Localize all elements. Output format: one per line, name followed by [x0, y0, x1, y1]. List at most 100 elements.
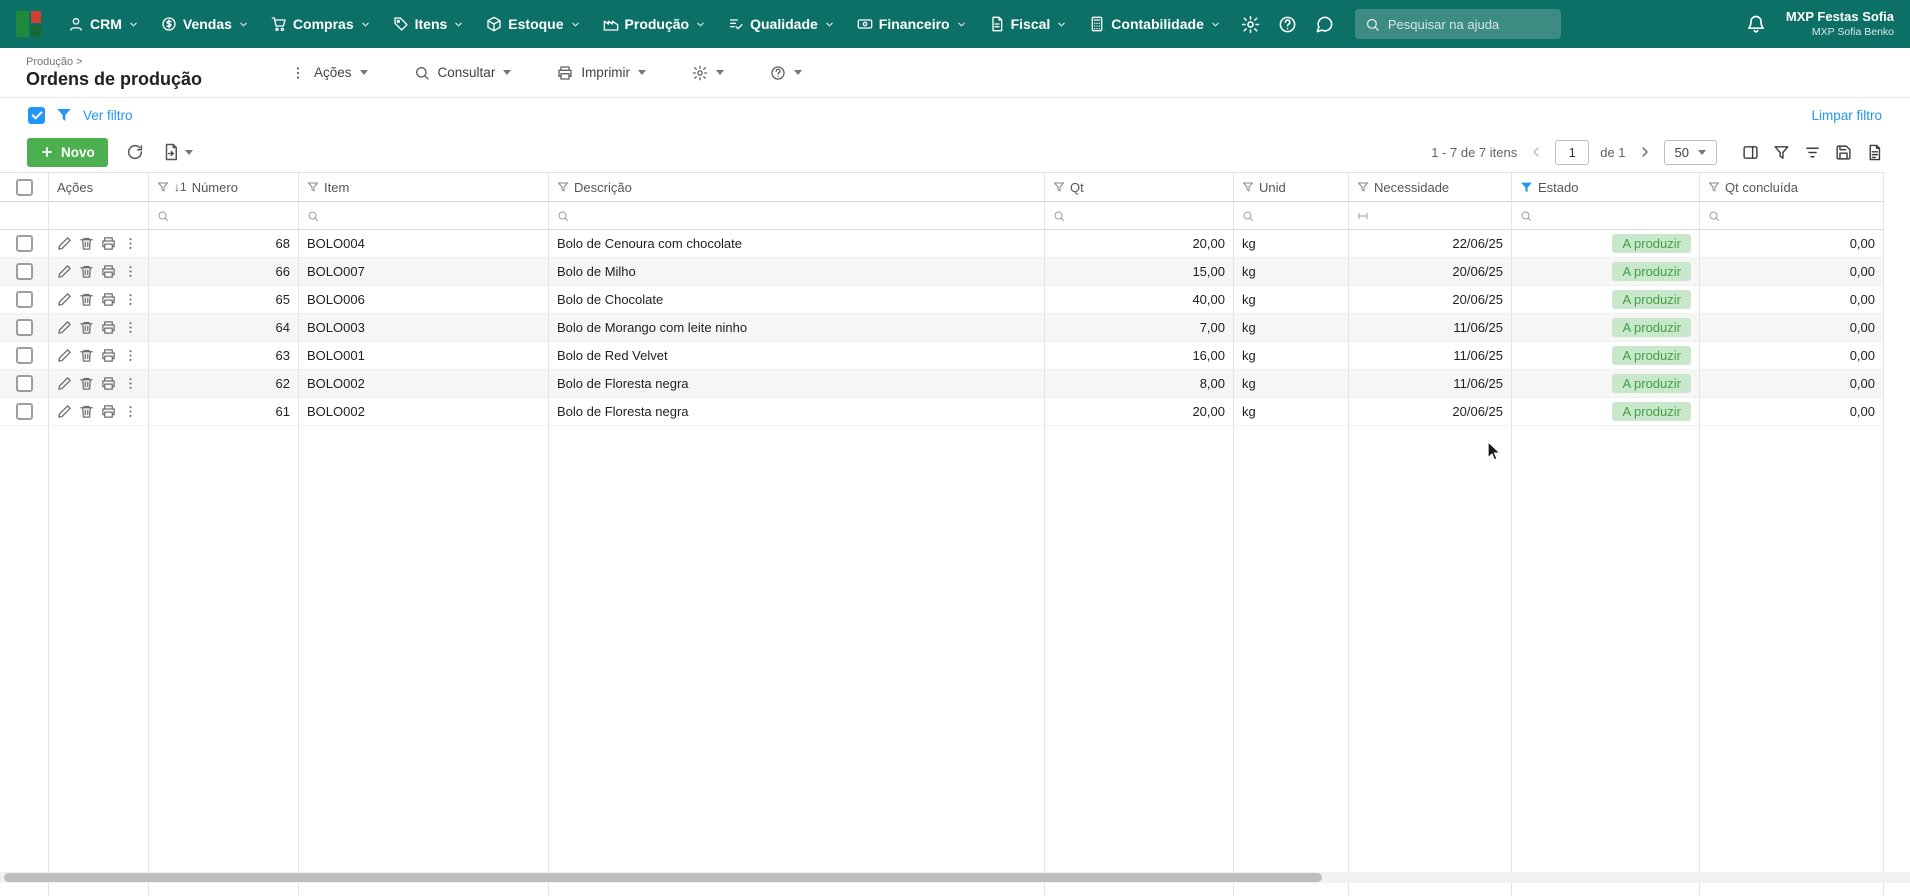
print-icon[interactable] [101, 320, 116, 335]
row-checkbox[interactable] [16, 403, 33, 420]
header-descricao[interactable]: Descrição [549, 172, 1045, 202]
more-icon[interactable] [123, 264, 138, 279]
menu-crm[interactable]: CRM [57, 16, 150, 32]
edit-icon[interactable] [57, 404, 72, 419]
filter-funnel-icon[interactable] [1708, 181, 1720, 193]
header-item[interactable]: Item [299, 172, 549, 202]
search-necessidade[interactable] [1349, 202, 1512, 230]
refresh-button[interactable] [126, 143, 144, 161]
delete-icon[interactable] [79, 264, 94, 279]
breadcrumb[interactable]: Produção > [26, 56, 290, 68]
menu-itens[interactable]: Itens [382, 16, 476, 32]
row-checkbox[interactable] [16, 235, 33, 252]
select-all-filter-checkbox[interactable] [28, 107, 45, 124]
search-qt[interactable] [1045, 202, 1234, 230]
header-qt-concluida[interactable]: Qt concluída [1700, 172, 1884, 202]
page-size-select[interactable]: 50 [1664, 140, 1717, 165]
header-qt[interactable]: Qt [1045, 172, 1234, 202]
chat-icon[interactable] [1315, 15, 1334, 34]
menu-contabilidade[interactable]: Contabilidade [1078, 16, 1232, 32]
page-number-input[interactable] [1555, 140, 1589, 165]
help-dropdown[interactable] [770, 65, 802, 81]
header-unid[interactable]: Unid [1234, 172, 1349, 202]
delete-icon[interactable] [79, 376, 94, 391]
menu-qualidade[interactable]: Qualidade [717, 16, 846, 32]
print-icon[interactable] [101, 264, 116, 279]
previous-page-button[interactable] [1528, 144, 1544, 160]
row-checkbox[interactable] [16, 347, 33, 364]
settings-dropdown[interactable] [692, 65, 724, 81]
search-item[interactable] [299, 202, 549, 230]
row-checkbox[interactable] [16, 375, 33, 392]
header-numero[interactable]: ↓1Número [149, 172, 299, 202]
filter-funnel-icon[interactable] [307, 181, 319, 193]
more-icon[interactable] [123, 236, 138, 251]
filter-funnel-icon[interactable] [1053, 181, 1065, 193]
delete-icon[interactable] [79, 292, 94, 307]
print-icon[interactable] [101, 404, 116, 419]
filter-funnel-icon[interactable] [557, 181, 569, 193]
row-checkbox[interactable] [16, 319, 33, 336]
menu-vendas[interactable]: Vendas [150, 16, 260, 32]
view-filter-link[interactable]: Ver filtro [83, 108, 133, 123]
row-checkbox[interactable] [16, 291, 33, 308]
search-descricao[interactable] [549, 202, 1045, 230]
header-necessidade[interactable]: Necessidade [1349, 172, 1512, 202]
help-search-input[interactable] [1388, 17, 1551, 32]
filter-funnel-icon[interactable] [1242, 181, 1254, 193]
print-icon[interactable] [101, 376, 116, 391]
clear-filter-link[interactable]: Limpar filtro [1811, 108, 1882, 123]
export-button[interactable] [162, 143, 193, 161]
more-icon[interactable] [123, 320, 138, 335]
more-icon[interactable] [123, 292, 138, 307]
menu-producao[interactable]: Produção [592, 16, 718, 32]
search-estado[interactable] [1512, 202, 1700, 230]
edit-icon[interactable] [57, 292, 72, 307]
edit-icon[interactable] [57, 348, 72, 363]
search-qt-concluida[interactable] [1700, 202, 1884, 230]
delete-icon[interactable] [79, 320, 94, 335]
header-estado[interactable]: Estado [1512, 172, 1700, 202]
report-icon[interactable] [1866, 144, 1883, 161]
select-all-checkbox[interactable] [16, 179, 33, 196]
menu-financeiro[interactable]: Financeiro [846, 16, 978, 32]
edit-icon[interactable] [57, 320, 72, 335]
delete-icon[interactable] [79, 348, 94, 363]
row-checkbox[interactable] [16, 263, 33, 280]
print-icon[interactable] [101, 292, 116, 307]
print-icon[interactable] [101, 348, 116, 363]
actions-dropdown[interactable]: Ações [290, 65, 368, 81]
filter-lines-icon[interactable] [1804, 144, 1821, 161]
edit-icon[interactable] [57, 376, 72, 391]
search-numero[interactable] [149, 202, 299, 230]
filter-funnel-icon[interactable] [1357, 181, 1369, 193]
more-icon[interactable] [123, 348, 138, 363]
save-view-icon[interactable] [1835, 144, 1852, 161]
more-icon[interactable] [123, 404, 138, 419]
menu-compras[interactable]: Compras [260, 16, 382, 32]
horizontal-scrollbar-thumb[interactable] [4, 873, 1322, 882]
print-dropdown[interactable]: Imprimir [557, 65, 646, 81]
more-icon[interactable] [123, 376, 138, 391]
delete-icon[interactable] [79, 404, 94, 419]
edit-icon[interactable] [57, 236, 72, 251]
new-button[interactable]: Novo [27, 138, 108, 167]
print-icon[interactable] [101, 236, 116, 251]
columns-icon[interactable] [1742, 144, 1759, 161]
filter-icon[interactable] [1773, 144, 1790, 161]
account-menu[interactable]: MXP Festas Sofia MXP Sofia Benko [1786, 9, 1894, 38]
delete-icon[interactable] [79, 236, 94, 251]
menu-fiscal[interactable]: Fiscal [978, 16, 1079, 32]
next-page-button[interactable] [1637, 144, 1653, 160]
consult-dropdown[interactable]: Consultar [414, 65, 512, 81]
edit-icon[interactable] [57, 264, 72, 279]
active-filter-funnel-icon[interactable] [1520, 181, 1533, 194]
help-icon[interactable] [1278, 15, 1297, 34]
filter-funnel-icon[interactable] [56, 107, 72, 123]
search-unid[interactable] [1234, 202, 1349, 230]
app-logo[interactable] [16, 11, 43, 38]
header-select[interactable] [0, 172, 49, 202]
settings-icon[interactable] [1241, 15, 1260, 34]
menu-estoque[interactable]: Estoque [475, 16, 591, 32]
filter-funnel-icon[interactable] [157, 181, 169, 193]
